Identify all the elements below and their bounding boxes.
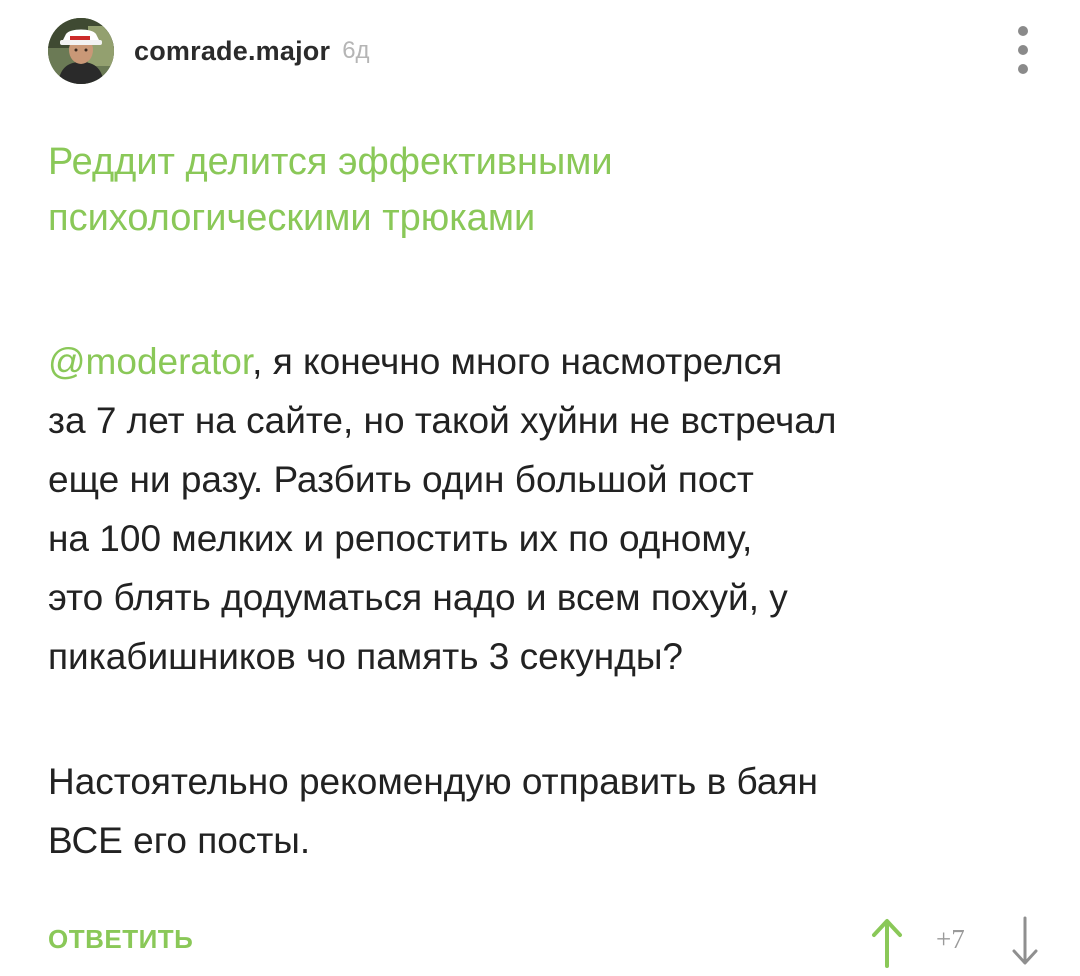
post-title-link[interactable]: Реддит делится эффективными психологичес… <box>48 134 948 246</box>
downvote-button[interactable] <box>1008 916 1042 968</box>
comment-line: за 7 лет на сайте, но такой хуйни не вст… <box>48 400 837 441</box>
comment-line: @moderator, я конечно много насмотрелся <box>48 332 1048 391</box>
comment-body: @moderator, я конечно много насмотрелся … <box>48 332 1048 870</box>
post-title-line: Реддит делится эффективными <box>48 141 613 183</box>
reply-button[interactable]: ОТВЕТИТЬ <box>48 924 193 955</box>
comment-header: comrade.major 6д <box>48 18 370 84</box>
comment-line: на 100 мелких и репостить их по одному, <box>48 518 753 559</box>
author-name[interactable]: comrade.major <box>134 36 330 67</box>
comment-line: Настоятельно рекомендую отправить в баян <box>48 761 818 802</box>
more-options-button[interactable] <box>1008 26 1038 74</box>
comment-line-text: , я конечно много насмотрелся <box>252 341 783 382</box>
post-title-line: психологическими трюками <box>48 197 536 239</box>
arrow-up-icon <box>872 919 902 968</box>
user-mention-link[interactable]: @moderator <box>48 341 252 382</box>
more-vertical-icon-dot <box>1018 45 1028 55</box>
avatar-image <box>48 18 114 84</box>
avatar[interactable] <box>48 18 114 84</box>
upvote-button[interactable] <box>870 916 904 968</box>
comment-line: еще ни разу. Разбить один большой пост <box>48 459 754 500</box>
arrow-down-icon <box>1012 916 1038 965</box>
more-vertical-icon <box>1018 26 1028 36</box>
comment-line: это блять додуматься надо и всем похуй, … <box>48 577 788 618</box>
comment-footer: ОТВЕТИТЬ +7 <box>48 912 1038 972</box>
comment: comrade.major 6д Реддит делится эффектив… <box>0 0 1080 976</box>
more-vertical-icon-dot <box>1018 64 1028 74</box>
comment-line: пикабишников чо память 3 секунды? <box>48 636 683 677</box>
comment-line: ВСЕ его посты. <box>48 820 311 861</box>
comment-rating: +7 <box>936 924 965 954</box>
comment-timestamp: 6д <box>342 37 370 64</box>
